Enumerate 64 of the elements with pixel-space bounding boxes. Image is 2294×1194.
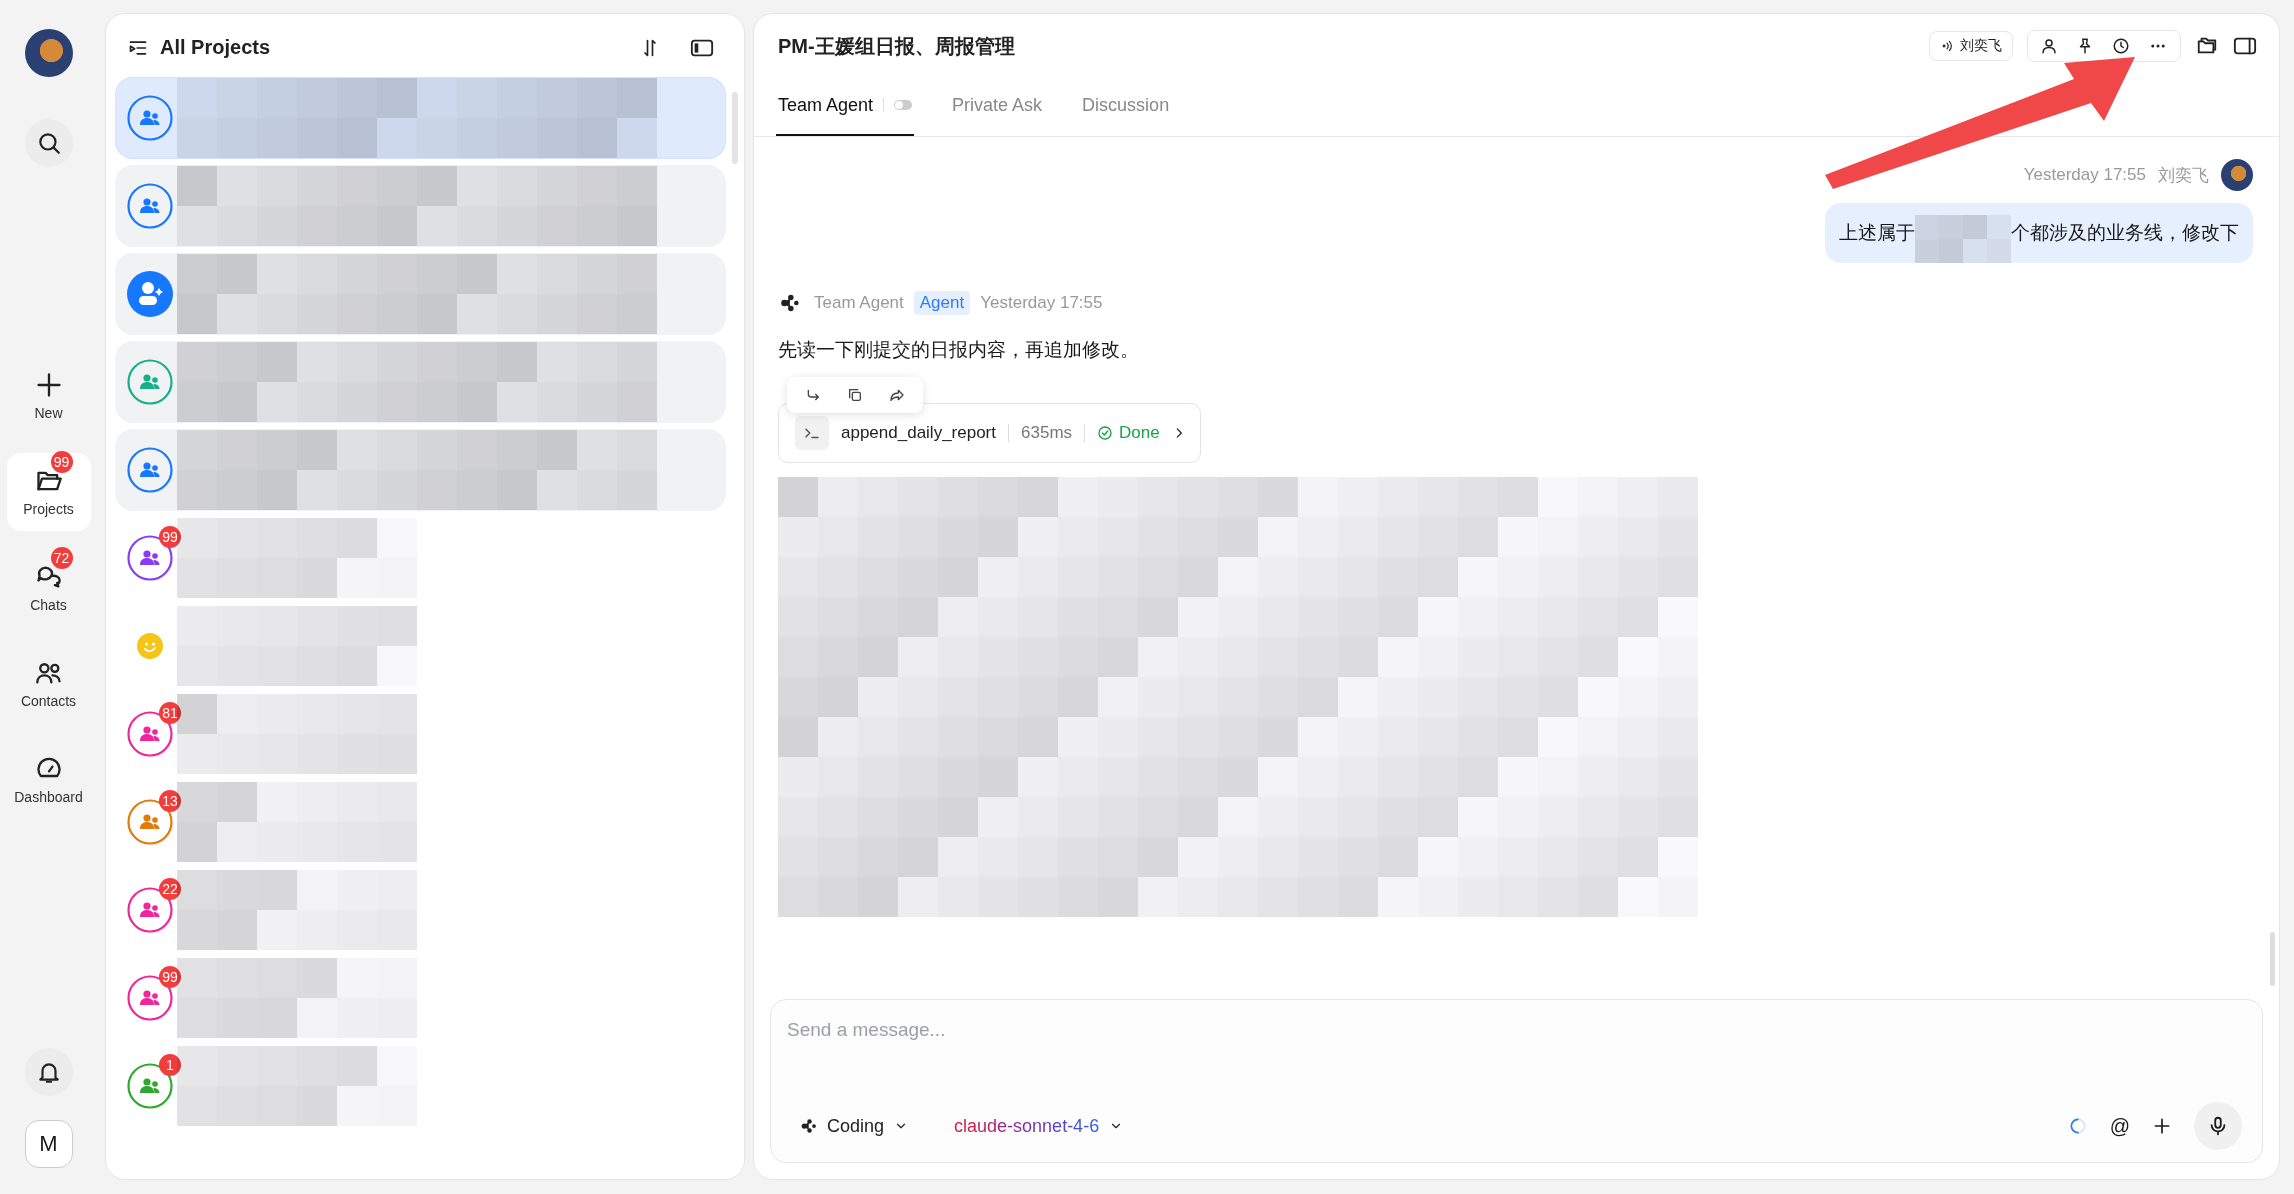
count-badge: 99 — [50, 451, 73, 473]
project-item[interactable] — [115, 253, 726, 335]
message-input[interactable]: Send a message... — [787, 1016, 2242, 1044]
reply-icon[interactable] — [805, 387, 821, 403]
list-title: All Projects — [160, 36, 271, 59]
agent-logo-icon — [778, 292, 800, 314]
chat-title: PM-王媛组日报、周报管理 — [778, 33, 1015, 59]
agent-logo-icon — [799, 1117, 817, 1135]
voice-button[interactable]: 刘奕飞 — [1929, 31, 2013, 61]
project-item[interactable]: 1 — [115, 1045, 726, 1127]
unread-badge: 13 — [159, 790, 181, 812]
tab[interactable]: Team Agent — [776, 76, 915, 136]
count-badge: 72 — [50, 547, 73, 569]
plus-icon[interactable] — [2152, 1116, 2172, 1136]
notifications-button[interactable] — [24, 1048, 73, 1096]
unread-badge: 81 — [159, 702, 181, 724]
copy-icon[interactable] — [847, 387, 863, 403]
mention-button[interactable]: @ — [2109, 1114, 2130, 1138]
scrollbar-thumb[interactable] — [732, 92, 738, 164]
nav-item[interactable]: 72 Chats — [6, 549, 91, 627]
project-item[interactable]: 99 — [115, 957, 726, 1039]
model-dropdown[interactable]: claude-sonnet-4-6 — [942, 1109, 1136, 1143]
duration: 635ms — [1021, 423, 1073, 443]
tool-name: append_daily_report — [841, 423, 996, 443]
side-panel-icon[interactable] — [2233, 35, 2257, 57]
unread-badge: 22 — [159, 878, 181, 900]
message-time: Yesterday 17:55 — [980, 293, 1103, 313]
agent-name: Team Agent — [814, 293, 904, 313]
project-item[interactable]: 81 — [115, 693, 726, 775]
share-icon[interactable] — [889, 387, 905, 403]
agent-tag: Agent — [913, 291, 971, 315]
nav-item[interactable]: Contacts — [6, 645, 91, 723]
tab[interactable]: Private Ask — [950, 76, 1045, 136]
unread-badge: 99 — [159, 966, 181, 988]
user-avatar[interactable] — [24, 29, 73, 77]
scrollbar-thumb[interactable] — [2270, 932, 2275, 986]
project-item[interactable]: 99 — [115, 517, 726, 599]
tab[interactable]: Discussion — [1080, 76, 1172, 136]
status-text: Done — [1119, 423, 1160, 443]
nav-item[interactable]: Dashboard — [6, 741, 91, 819]
message-time: Yesterday 17:55 — [2023, 165, 2146, 185]
plus-icon — [34, 371, 63, 399]
sidebar-toggle-icon[interactable] — [690, 37, 714, 58]
user-avatar — [2221, 159, 2253, 191]
nav-item[interactable]: 99 Projects — [6, 453, 91, 531]
search-button[interactable] — [24, 119, 73, 167]
check-circle-icon — [1097, 425, 1114, 441]
author-name: 刘奕飞 — [2158, 164, 2209, 187]
chat-bubbles-icon — [34, 563, 63, 591]
broadcast-icon — [1940, 39, 1954, 53]
project-item[interactable]: 22 — [115, 869, 726, 951]
message-text: 先读一下刚提交的日报内容，再追加修改。 — [778, 338, 1140, 362]
account-button[interactable]: M — [24, 1120, 73, 1168]
clock-icon[interactable] — [2112, 37, 2130, 55]
microphone-button[interactable] — [2194, 1102, 2242, 1150]
toggle-switch[interactable] — [894, 100, 913, 110]
message-text: 上述属于 — [1839, 221, 1915, 245]
project-item[interactable]: 13 — [115, 781, 726, 863]
unread-badge: 99 — [159, 526, 181, 548]
mode-dropdown[interactable]: Coding — [787, 1109, 921, 1143]
message-text: 个都涉及的业务线，修改下 — [2011, 221, 2239, 245]
person-icon[interactable] — [2040, 37, 2058, 55]
nav-item[interactable]: New — [6, 357, 91, 435]
unread-badge: 1 — [159, 1054, 181, 1076]
